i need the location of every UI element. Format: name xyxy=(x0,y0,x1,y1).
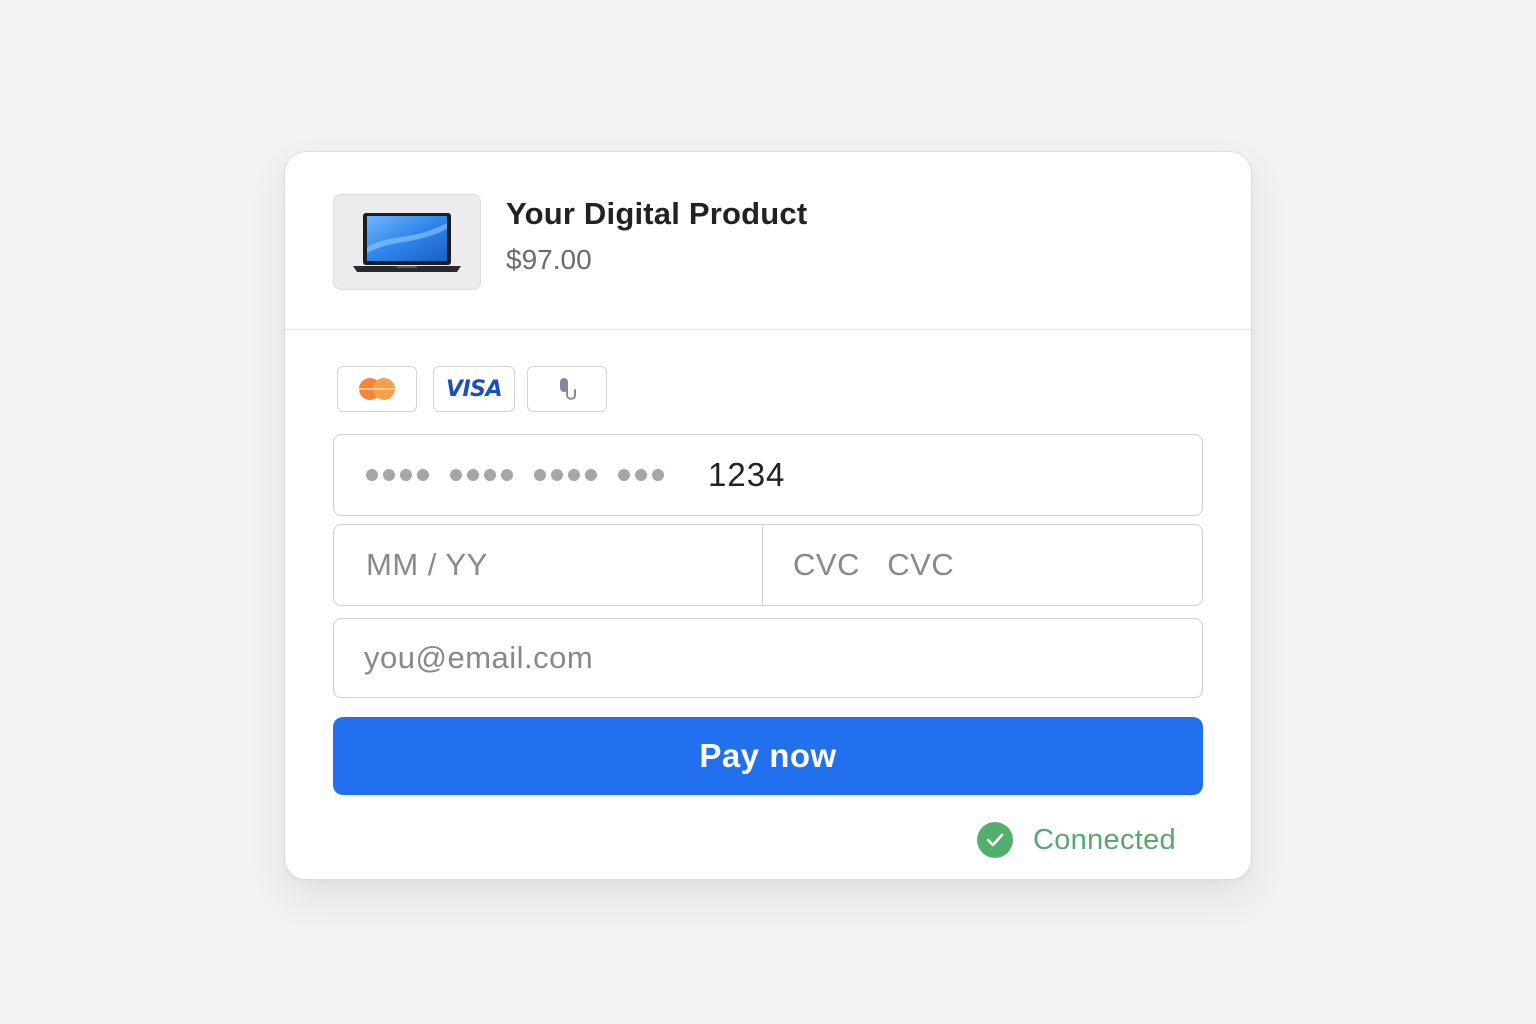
expiry-field[interactable]: MM / YY xyxy=(366,525,488,605)
wallet-icon xyxy=(560,378,576,400)
card-number-mask xyxy=(366,435,664,515)
visa-logo: VISA xyxy=(445,376,503,402)
payment-method-list: VISA xyxy=(337,366,607,412)
cvc-field[interactable]: CVC CVC xyxy=(793,525,954,605)
email-placeholder: you@email.com xyxy=(364,640,594,675)
card-number-field[interactable]: 1234 xyxy=(333,434,1203,516)
expiry-cvc-row: MM / YY CVC CVC xyxy=(333,524,1203,606)
mastercard-icon xyxy=(359,378,395,400)
product-thumbnail xyxy=(333,194,481,290)
visa-option[interactable]: VISA xyxy=(433,366,515,412)
email-field[interactable]: you@email.com xyxy=(333,618,1203,698)
mastercard-option[interactable] xyxy=(337,366,417,412)
product-title: Your Digital Product xyxy=(506,196,808,231)
laptop-icon xyxy=(353,213,461,272)
status-text: Connected xyxy=(1033,823,1176,856)
checkout-card: Your Digital Product $97.00 VISA 1234 MM… xyxy=(284,151,1252,880)
wallet-option[interactable] xyxy=(527,366,607,412)
field-divider xyxy=(762,525,763,605)
connection-status: Connected xyxy=(977,822,1176,858)
product-price: $97.00 xyxy=(506,244,592,275)
product-header: Your Digital Product $97.00 xyxy=(285,152,1251,330)
card-number-last4: 1234 xyxy=(708,456,786,493)
pay-now-button[interactable]: Pay now xyxy=(333,717,1203,795)
check-circle-icon xyxy=(977,822,1013,858)
